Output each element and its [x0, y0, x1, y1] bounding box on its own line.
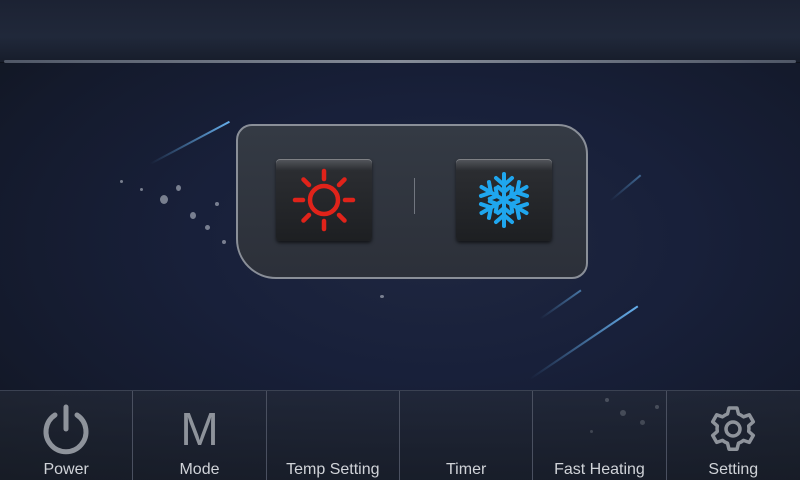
mode-selection-panel — [236, 124, 588, 279]
power-icon — [43, 404, 89, 455]
top-bar-divider — [4, 60, 796, 63]
thermostat-screen: Power M Mode Temp Setting Timer Fast Hea… — [0, 0, 800, 480]
timer-label: Timer — [446, 461, 487, 478]
decorative-particle — [160, 195, 168, 204]
timer-button[interactable]: Timer — [400, 391, 534, 480]
setting-label: Setting — [708, 461, 759, 478]
decorative-particle — [380, 295, 384, 298]
decorative-particle — [176, 185, 181, 191]
panel-divider — [414, 178, 415, 214]
decorative-particle — [215, 202, 219, 206]
power-button[interactable]: Power — [0, 391, 134, 480]
setting-button[interactable]: Setting — [667, 391, 800, 480]
mode-m-icon: M — [180, 403, 219, 455]
temp-setting-button[interactable]: Temp Setting — [267, 391, 400, 480]
mode-label: Mode — [179, 461, 220, 478]
decorative-particle — [120, 180, 123, 183]
bottom-nav-bar: Power M Mode Temp Setting Timer Fast Hea… — [0, 390, 800, 480]
fast-heating-label: Fast Heating — [554, 461, 645, 478]
heat-mode-button[interactable] — [276, 159, 372, 241]
decorative-streak — [539, 289, 582, 320]
decorative-particle — [190, 212, 196, 219]
gear-icon — [711, 406, 756, 451]
decorative-streak — [149, 120, 230, 165]
fast-heating-button[interactable]: Fast Heating — [533, 391, 667, 480]
decorative-streak — [609, 174, 642, 202]
decorative-particle — [140, 188, 143, 191]
decorative-particle — [205, 225, 210, 230]
mode-button[interactable]: M Mode — [133, 391, 267, 480]
temp-setting-label: Temp Setting — [286, 461, 380, 478]
top-bar — [0, 0, 800, 63]
power-label: Power — [43, 461, 89, 478]
cool-mode-button[interactable] — [456, 159, 552, 241]
decorative-particle — [222, 240, 226, 244]
sun-icon — [292, 168, 356, 232]
decorative-streak — [529, 305, 639, 380]
snowflake-icon — [475, 172, 533, 228]
